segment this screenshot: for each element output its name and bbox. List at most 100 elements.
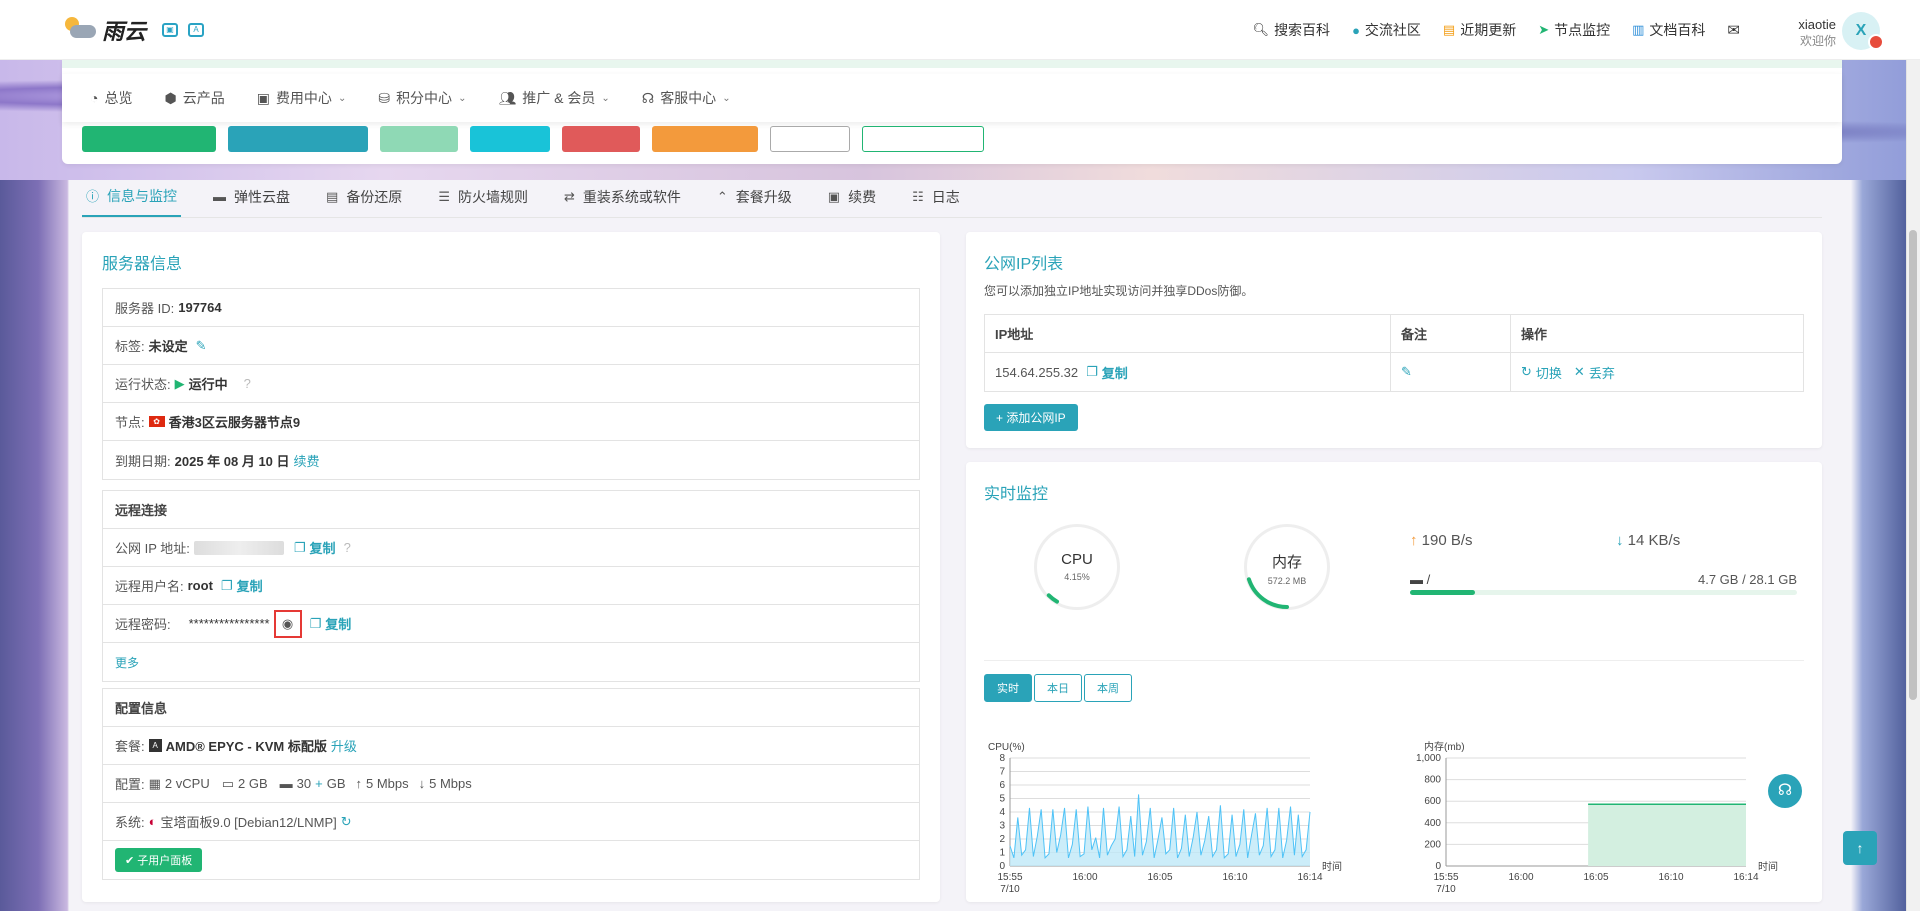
eye-icon[interactable]: ◉: [273, 609, 302, 638]
page-scrollbar[interactable]: [1906, 60, 1920, 911]
coins-icon: ⛁: [378, 89, 391, 106]
copy-icon[interactable]: ❐: [310, 616, 322, 632]
action-button[interactable]: [770, 126, 850, 152]
logo[interactable]: 雨云 ▣ A: [62, 14, 205, 46]
upgrade-link[interactable]: 升级: [331, 736, 357, 755]
user-info[interactable]: xiaotie 欢迎你: [1798, 17, 1836, 49]
upload-value: 190 B/s: [1421, 532, 1473, 549]
action-button[interactable]: [82, 126, 216, 152]
action-button[interactable]: [862, 126, 984, 152]
field-label: 标签:: [115, 339, 145, 354]
column-header: 备注: [1391, 315, 1511, 352]
tab-label: 续费: [848, 188, 877, 205]
nav-updates[interactable]: ▤ 近期更新: [1443, 20, 1516, 40]
upload-speed: ↑ 190 B/s: [1410, 532, 1473, 549]
remote-connect-table: 远程连接 公网 IP 地址: ❐ 复制? 远程用户名: root ❐ 复制 远程密码: **…: [102, 490, 920, 682]
range-realtime[interactable]: 实时: [984, 674, 1032, 702]
subuser-panel-button[interactable]: ✔ 子用户面板: [115, 848, 203, 872]
column-header: IP地址: [985, 315, 1391, 352]
action-button[interactable]: [562, 126, 640, 152]
help-icon[interactable]: ?: [344, 540, 351, 555]
y-tick-label: 800: [1424, 775, 1441, 786]
subnav-support[interactable]: ☊ 客服中心 ⌄: [642, 88, 731, 108]
chevron-down-icon: ⌄: [458, 92, 467, 104]
close-icon[interactable]: ✕: [1574, 364, 1585, 380]
copy-user-button[interactable]: 复制: [237, 576, 263, 595]
copy-ip-button[interactable]: 复制: [310, 538, 336, 557]
tab-info-monitor[interactable]: ⓘ 信息与监控: [82, 186, 182, 217]
renew-link[interactable]: 续费: [294, 451, 320, 470]
refresh-icon[interactable]: ↻: [1521, 364, 1532, 380]
translate-icon[interactable]: A: [188, 23, 205, 37]
range-selector: 实时 本日 本周: [984, 674, 1134, 702]
tab-upgrade[interactable]: ⌃ 套餐升级: [713, 186, 796, 217]
action-button[interactable]: [228, 126, 368, 152]
notice-bar: [62, 60, 1842, 68]
realtime-monitor-card: 实时监控 CPU 4.15% 内存 572.2 MB ↑ 190 B/s ↓ 1…: [966, 462, 1822, 902]
subnav-points[interactable]: ⛁ 积分中心 ⌄: [378, 88, 466, 108]
tab-renew[interactable]: ▣ 续费: [824, 186, 880, 217]
x-tick-label: 7/10: [1436, 884, 1456, 895]
disk-usage-bar: [1410, 590, 1797, 595]
action-button[interactable]: [652, 126, 758, 152]
flag-hk-icon: ✿: [148, 416, 165, 427]
edit-icon[interactable]: ✎: [1401, 364, 1412, 380]
subnav-billing[interactable]: ▣ 费用中心 ⌄: [257, 88, 347, 108]
help-icon[interactable]: ?: [244, 376, 251, 391]
back-to-top-button[interactable]: ↑: [1843, 831, 1877, 865]
scrollbar-thumb[interactable]: [1909, 230, 1917, 700]
user-name: xiaotie: [1798, 17, 1836, 32]
tab-reinstall[interactable]: ⇄ 重装系统或软件: [560, 186, 685, 217]
nav-search-wiki[interactable]: 🔍︎ 搜索百科: [1253, 20, 1331, 40]
cpu-icon: ▦: [148, 775, 161, 791]
field-label: 配置:: [115, 777, 145, 792]
copy-icon[interactable]: ❐: [294, 540, 306, 556]
row-status: 运行状态: ▶ 运行中?: [103, 365, 919, 403]
subnav-overview[interactable]: ◔ 总览: [90, 88, 132, 108]
backup-icon: ▤: [326, 188, 339, 204]
more-link[interactable]: 更多: [115, 654, 139, 671]
plan-icon: A: [148, 739, 162, 752]
subnav-label: 云产品: [182, 90, 225, 106]
copy-ip-button[interactable]: 复制: [1102, 363, 1128, 382]
refresh-icon[interactable]: ↻: [341, 814, 352, 830]
node-value: 香港3区云服务器节点9: [168, 415, 301, 430]
subnav-label: 推广 & 会员: [522, 90, 596, 106]
card-title: 公网IP列表: [984, 256, 1064, 273]
disk-icon: ▬: [213, 189, 227, 204]
download-speed: ↓ 14 KB/s: [1616, 532, 1680, 549]
copy-icon[interactable]: ❐: [221, 578, 233, 594]
action-button[interactable]: [380, 126, 458, 152]
tab-firewall[interactable]: ☰ 防火墙规则: [434, 186, 532, 217]
copy-password-button[interactable]: 复制: [325, 614, 351, 633]
field-label: 节点:: [115, 415, 145, 430]
tab-elastic-disk[interactable]: ▬ 弹性云盘: [209, 186, 294, 217]
tab-log[interactable]: ☷ 日志: [908, 186, 964, 217]
add-ip-button[interactable]: + 添加公网IP: [984, 404, 1078, 431]
copy-icon[interactable]: ❐: [1086, 364, 1098, 380]
log-icon: ☷: [912, 188, 924, 204]
nav-label: 交流社区: [1364, 22, 1421, 38]
range-week[interactable]: 本周: [1084, 674, 1132, 702]
nav-node-monitor[interactable]: ➤ 节点监控: [1538, 20, 1610, 40]
drop-ip-button[interactable]: 丢弃: [1589, 363, 1615, 382]
arrow-up-icon: ↑: [1856, 840, 1864, 856]
image-icon[interactable]: ▣: [162, 23, 179, 37]
card-title: 服务器信息: [102, 256, 183, 273]
nav-docs[interactable]: ▥ 文档百科: [1632, 20, 1705, 40]
mail-icon[interactable]: ✉: [1727, 21, 1740, 39]
chevron-down-icon: ⌄: [337, 92, 347, 104]
subnav-products[interactable]: ⬢ 云产品: [164, 88, 224, 108]
y-axis-label: 内存(mb): [1424, 740, 1465, 753]
tab-backup[interactable]: ▤ 备份还原: [322, 186, 406, 217]
status-value: 运行中: [188, 377, 228, 392]
subnav-promotion[interactable]: 👥︎ 推广 & 会员 ⌄: [498, 88, 609, 108]
nav-community[interactable]: ● 交流社区: [1352, 20, 1421, 40]
edit-icon[interactable]: ✎: [196, 338, 207, 354]
switch-ip-button[interactable]: 切换: [1536, 363, 1562, 382]
range-today[interactable]: 本日: [1034, 674, 1082, 702]
arrow-up-icon: ↑: [355, 776, 363, 791]
action-button[interactable]: [470, 126, 550, 152]
y-tick-label: 1,000: [1416, 753, 1441, 764]
customer-service-button[interactable]: ☊: [1768, 774, 1802, 808]
